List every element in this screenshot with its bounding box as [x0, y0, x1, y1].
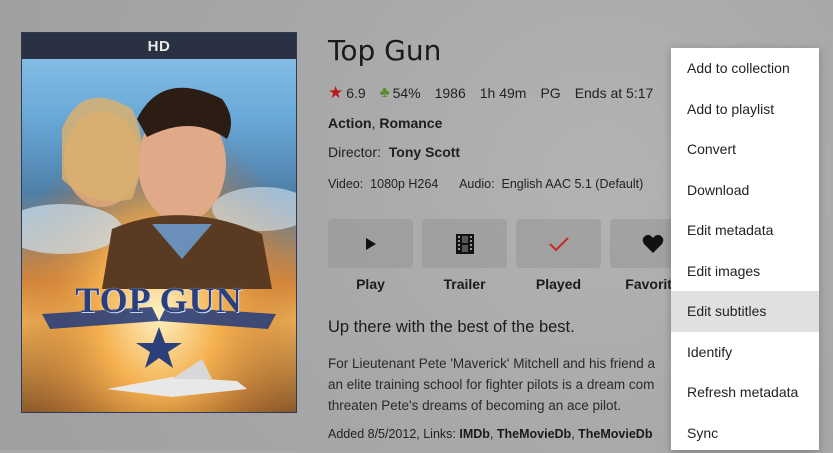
director-link[interactable]: Tony Scott: [389, 144, 460, 160]
tmdb-link[interactable]: TheMovieDb: [497, 427, 571, 441]
menu-item-convert[interactable]: Convert: [671, 129, 819, 170]
menu-item-edit-subtitles[interactable]: Edit subtitles: [671, 291, 819, 332]
played-button[interactable]: Played: [516, 219, 601, 292]
menu-item-refresh-metadata[interactable]: Refresh metadata: [671, 372, 819, 413]
genre-link[interactable]: Action: [328, 115, 372, 131]
tagline: Up there with the best of the best.: [328, 318, 575, 337]
play-button-face[interactable]: [328, 219, 413, 268]
menu-item-add-to-collection[interactable]: Add to collection: [671, 48, 819, 89]
release-year: 1986: [435, 85, 466, 101]
media-info-row: ★ 6.9 ♣ 54% 1986 1h 49m PG Ends at 5:17: [328, 84, 667, 101]
menu-item-edit-images[interactable]: Edit images: [671, 251, 819, 292]
hd-badge: HD: [22, 33, 296, 59]
genre-link[interactable]: Romance: [379, 115, 442, 131]
played-label: Played: [536, 276, 581, 292]
critic-score: 54%: [393, 85, 421, 101]
poster-artwork: [22, 59, 296, 412]
director-label: Director:: [328, 144, 381, 160]
menu-item-download[interactable]: Download: [671, 170, 819, 211]
end-time: Ends at 5:17: [575, 85, 654, 101]
audio-value: English AAC 5.1 (Default): [502, 177, 644, 191]
menu-item-identify[interactable]: Identify: [671, 332, 819, 373]
menu-item-sync[interactable]: Sync: [671, 413, 819, 453]
added-links-row: Added 8/5/2012, Links: IMDb, TheMovieDb,…: [328, 427, 652, 441]
rating-value: 6.9: [346, 85, 365, 101]
trailer-button-face[interactable]: [422, 219, 507, 268]
check-icon: [548, 236, 570, 252]
trailer-button[interactable]: Trailer: [422, 219, 507, 292]
audio-label: Audio:: [459, 177, 494, 191]
play-icon: [364, 237, 378, 251]
tmdb-link[interactable]: TheMovieDb: [578, 427, 652, 441]
play-label: Play: [356, 276, 385, 292]
imdb-link[interactable]: IMDb: [459, 427, 490, 441]
video-value: 1080p H264: [370, 177, 438, 191]
runtime: 1h 49m: [480, 85, 527, 101]
tech-info: Video: 1080p H264 Audio: English AAC 5.1…: [328, 177, 643, 191]
director-row: Director: Tony Scott: [328, 144, 460, 160]
certification: PG: [540, 85, 560, 101]
clover-icon: ♣: [380, 85, 390, 100]
community-rating: ★ 6.9: [328, 84, 366, 101]
action-buttons: Play Trailer Played Favori: [328, 219, 704, 292]
heart-icon: [642, 234, 664, 254]
played-button-face[interactable]: [516, 219, 601, 268]
movie-poster[interactable]: HD TOP GUN: [21, 32, 297, 413]
critic-rating: ♣ 54%: [380, 85, 421, 101]
menu-item-add-to-playlist[interactable]: Add to playlist: [671, 89, 819, 130]
poster-logo: TOP GUN: [22, 279, 296, 321]
film-icon: [455, 233, 475, 255]
star-icon: ★: [328, 84, 343, 101]
added-date: Added 8/5/2012, Links:: [328, 427, 459, 441]
page-title: Top Gun: [328, 34, 441, 67]
trailer-label: Trailer: [443, 276, 485, 292]
menu-item-edit-metadata[interactable]: Edit metadata: [671, 210, 819, 251]
video-label: Video:: [328, 177, 363, 191]
context-menu: Add to collection Add to playlist Conver…: [671, 48, 819, 450]
play-button[interactable]: Play: [328, 219, 413, 292]
genre-list: Action, Romance: [328, 115, 442, 131]
